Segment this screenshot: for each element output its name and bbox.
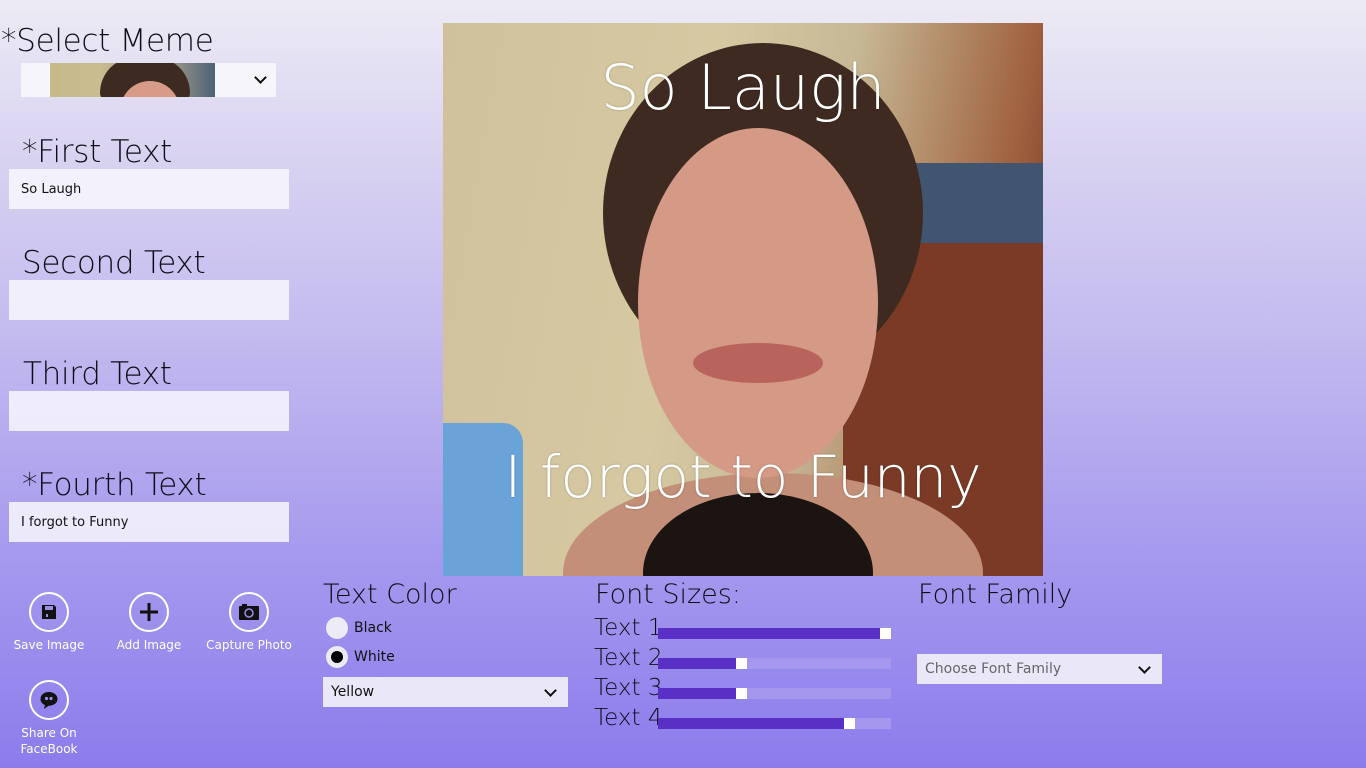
share-facebook-button[interactable]: Share On FaceBook — [0, 680, 99, 757]
slider-track[interactable] — [658, 628, 891, 639]
font-size-slider-text-2[interactable]: Text 2 — [594, 644, 894, 672]
slider-label: Text 1 — [594, 615, 663, 641]
text-color-dropdown-value: Yellow — [331, 684, 375, 700]
third-text-input[interactable] — [9, 391, 289, 431]
save-image-label: Save Image — [13, 638, 85, 652]
second-text-label: Second Text — [22, 245, 206, 281]
font-sizes-title: Font Sizes: — [595, 579, 741, 610]
fourth-text-input[interactable] — [9, 502, 289, 542]
capture-photo-button[interactable]: Capture Photo — [199, 592, 299, 653]
plus-icon — [129, 592, 169, 632]
slider-track[interactable] — [658, 718, 891, 729]
slider-fill — [658, 718, 844, 729]
meme-preview: So Laugh I forgot to Funny — [443, 23, 1043, 576]
meme-bottom-caption: I forgot to Funny — [504, 443, 982, 511]
third-text-label: Third Text — [23, 356, 172, 392]
first-text-input[interactable] — [9, 169, 289, 209]
slider-fill — [658, 628, 880, 639]
slider-thumb[interactable] — [844, 718, 855, 729]
font-size-slider-text-3[interactable]: Text 3 — [594, 674, 894, 702]
select-meme-label: *Select Meme — [1, 23, 214, 59]
font-family-placeholder: Choose Font Family — [925, 661, 1062, 677]
radio-white-label: White — [354, 649, 395, 665]
share-facebook-label: Share On FaceBook — [20, 726, 78, 756]
save-image-button[interactable]: Save Image — [0, 592, 99, 653]
slider-label: Text 4 — [594, 705, 663, 731]
second-text-input[interactable] — [9, 280, 289, 320]
slider-fill — [658, 658, 736, 669]
radio-button[interactable] — [326, 646, 348, 668]
font-family-dropdown[interactable]: Choose Font Family — [917, 654, 1162, 684]
slider-track[interactable] — [658, 688, 891, 699]
text-color-title: Text Color — [323, 579, 457, 610]
slider-thumb[interactable] — [736, 688, 747, 699]
radio-white[interactable]: White — [326, 644, 395, 670]
fourth-text-label: *Fourth Text — [22, 467, 207, 503]
meme-top-caption: So Laugh — [600, 51, 886, 124]
chevron-down-icon — [1138, 661, 1151, 674]
add-image-label: Add Image — [116, 638, 182, 652]
meme-select-dropdown[interactable] — [21, 63, 276, 97]
slider-track[interactable] — [658, 658, 891, 669]
meme-thumbnail — [50, 63, 215, 97]
radio-black[interactable]: Black — [326, 615, 392, 641]
slider-thumb[interactable] — [736, 658, 747, 669]
chevron-down-icon — [254, 71, 267, 84]
add-image-button[interactable]: Add Image — [99, 592, 199, 653]
slider-label: Text 2 — [594, 645, 663, 671]
radio-selected-dot — [331, 651, 343, 663]
chat-bubble-icon — [29, 680, 69, 720]
chevron-down-icon — [544, 684, 557, 697]
font-family-title: Font Family — [918, 579, 1073, 610]
save-icon — [29, 592, 69, 632]
slider-fill — [658, 688, 736, 699]
slider-label: Text 3 — [594, 675, 663, 701]
radio-button[interactable] — [326, 617, 348, 639]
first-text-label: *First Text — [22, 134, 172, 170]
font-size-slider-text-1[interactable]: Text 1 — [594, 614, 894, 642]
text-color-dropdown[interactable]: Yellow — [323, 677, 568, 707]
camera-icon — [229, 592, 269, 632]
radio-black-label: Black — [354, 620, 392, 636]
slider-thumb[interactable] — [880, 628, 891, 639]
capture-photo-label: Capture Photo — [206, 638, 292, 652]
font-size-slider-text-4[interactable]: Text 4 — [594, 704, 894, 732]
